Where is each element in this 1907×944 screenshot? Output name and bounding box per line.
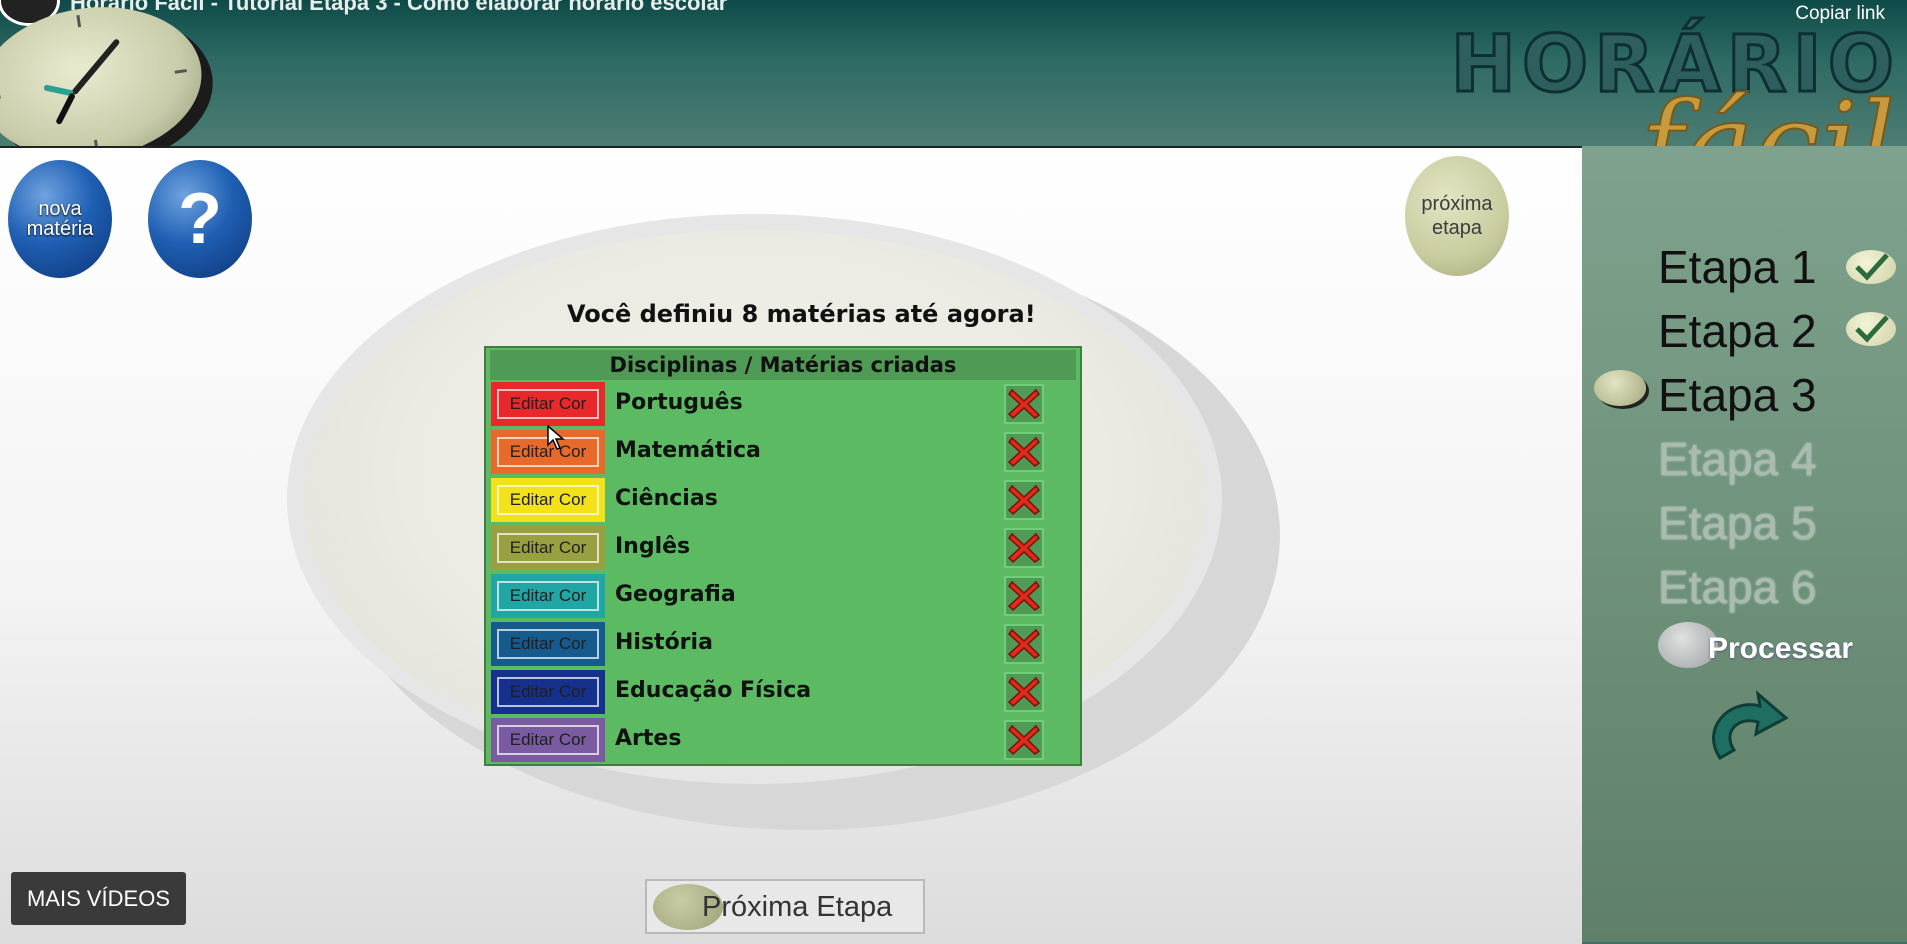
subject-row: Editar Cor História — [491, 622, 1071, 666]
red-x-icon — [1007, 388, 1041, 420]
edit-color-label: Editar Cor — [497, 677, 599, 707]
subjects-summary: Você definiu 8 matérias até agora! — [567, 300, 1036, 328]
red-x-icon — [1007, 436, 1041, 468]
red-x-icon — [1007, 724, 1041, 756]
edit-color-label: Editar Cor — [497, 581, 599, 611]
process-button[interactable]: Processar — [1708, 632, 1853, 666]
edit-color-button[interactable]: Editar Cor — [491, 622, 605, 666]
next-stage-button[interactable]: Próxima Etapa — [645, 879, 925, 934]
step-4[interactable]: Etapa 4 — [1658, 432, 1817, 486]
check-icon — [1846, 250, 1896, 284]
edit-color-label: Editar Cor — [497, 389, 599, 419]
delete-subject-button[interactable] — [1004, 672, 1044, 712]
back-arrow-icon[interactable] — [1700, 688, 1792, 772]
subject-row: Editar Cor Ciências — [491, 478, 1071, 522]
red-x-icon — [1007, 484, 1041, 516]
subject-row: Editar Cor Geografia — [491, 574, 1071, 618]
current-step-marker-icon — [1594, 370, 1646, 406]
check-icon — [1846, 312, 1896, 346]
edit-color-label: Editar Cor — [497, 485, 599, 515]
subject-name: História — [615, 630, 713, 655]
main-area: nova matéria ? próxima etapa Você defini… — [0, 146, 1582, 944]
mouse-cursor-icon — [547, 425, 565, 450]
step-2[interactable]: Etapa 2 — [1658, 304, 1817, 358]
edit-color-button[interactable]: Editar Cor — [491, 526, 605, 570]
delete-subject-button[interactable] — [1004, 480, 1044, 520]
edit-color-label: Editar Cor — [497, 725, 599, 755]
subject-row: Editar Cor Matemática — [491, 430, 1071, 474]
edit-color-label: Editar Cor — [497, 533, 599, 563]
help-button[interactable]: ? — [148, 160, 252, 278]
delete-subject-button[interactable] — [1004, 384, 1044, 424]
step-5[interactable]: Etapa 5 — [1658, 496, 1817, 550]
subject-name: Ciências — [615, 486, 718, 511]
subject-row: Editar Cor Português — [491, 382, 1071, 426]
subjects-panel: Disciplinas / Matérias criadas Editar Co… — [484, 346, 1082, 766]
red-x-icon — [1007, 676, 1041, 708]
step-6[interactable]: Etapa 6 — [1658, 560, 1817, 614]
edit-color-button[interactable]: Editar Cor — [491, 670, 605, 714]
subject-name: Português — [615, 390, 743, 415]
red-x-icon — [1007, 628, 1041, 660]
panel-header: Disciplinas / Matérias criadas — [490, 350, 1076, 380]
subject-name: Artes — [615, 726, 682, 751]
red-x-icon — [1007, 580, 1041, 612]
delete-subject-button[interactable] — [1004, 624, 1044, 664]
edit-color-button[interactable]: Editar Cor — [491, 382, 605, 426]
step-3[interactable]: Etapa 3 — [1658, 368, 1817, 422]
edit-color-label: Editar Cor — [497, 629, 599, 659]
delete-subject-button[interactable] — [1004, 720, 1044, 760]
delete-subject-button[interactable] — [1004, 576, 1044, 616]
subject-row: Editar Cor Artes — [491, 718, 1071, 762]
edit-color-button[interactable]: Editar Cor — [491, 574, 605, 618]
video-title[interactable]: Horário Fácil - Tutorial Etapa 3 - Como … — [70, 0, 727, 16]
subject-name: Inglês — [615, 534, 691, 559]
subject-name: Educação Física — [615, 678, 812, 703]
edit-color-button[interactable]: Editar Cor — [491, 718, 605, 762]
new-subject-button[interactable]: nova matéria — [8, 160, 112, 278]
delete-subject-button[interactable] — [1004, 528, 1044, 568]
subject-name: Matemática — [615, 438, 761, 463]
next-stage-label: Próxima Etapa — [702, 891, 893, 923]
delete-subject-button[interactable] — [1004, 432, 1044, 472]
subject-row: Editar Cor Educação Física — [491, 670, 1071, 714]
edit-color-button[interactable]: Editar Cor — [491, 478, 605, 522]
red-x-icon — [1007, 532, 1041, 564]
subject-name: Geografia — [615, 582, 736, 607]
step-1[interactable]: Etapa 1 — [1658, 240, 1817, 294]
more-videos-button[interactable]: MAIS VÍDEOS — [11, 872, 186, 925]
subject-row: Editar Cor Inglês — [491, 526, 1071, 570]
next-stage-round-button[interactable]: próxima etapa — [1405, 156, 1509, 276]
